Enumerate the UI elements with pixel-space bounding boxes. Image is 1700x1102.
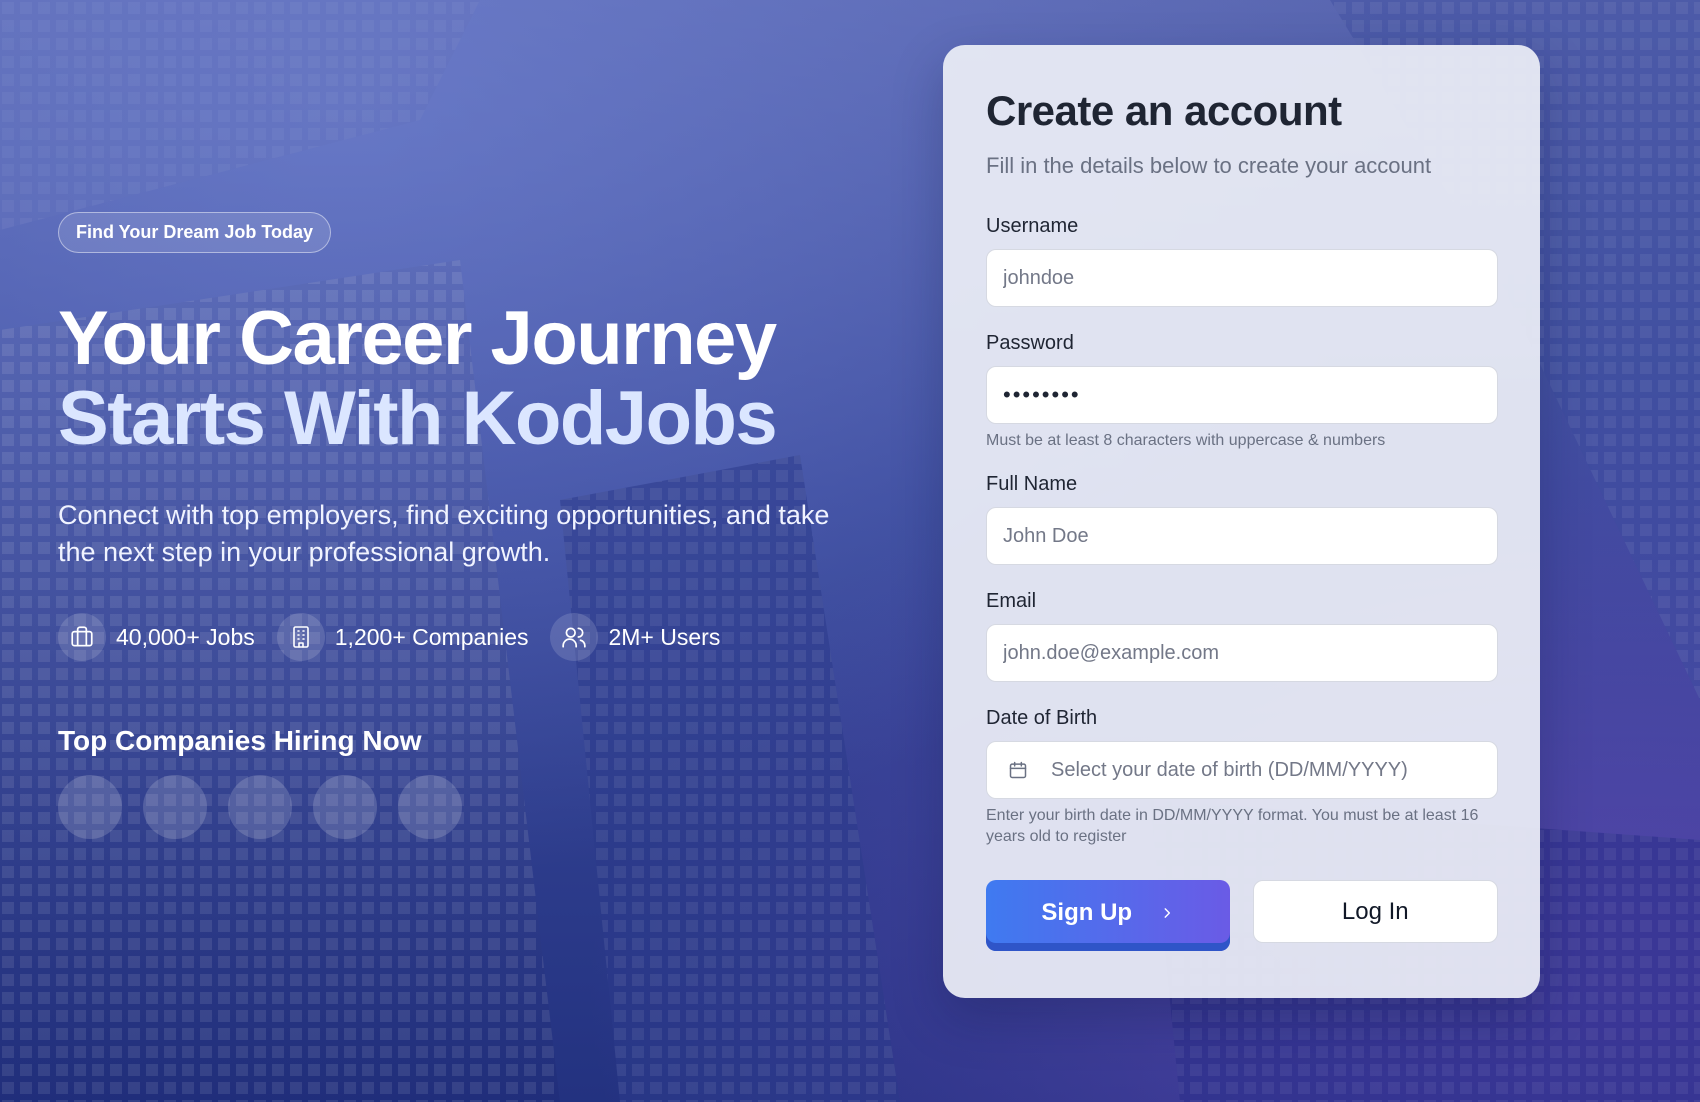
company-logo[interactable] [228,775,292,839]
company-logo[interactable] [398,775,462,839]
hero-headline: Your Career Journey Starts With KodJobs [58,299,858,459]
top-companies-title: Top Companies Hiring Now [58,725,422,756]
dob-input[interactable] [986,741,1498,799]
chevron-right-icon [1160,899,1174,927]
company-logos [58,775,858,839]
log-in-button[interactable]: Log In [1252,880,1498,943]
briefcase-icon [58,613,106,661]
signup-card: Create an account Fill in the details be… [943,45,1540,998]
dob-picker[interactable] [986,741,1498,799]
sign-up-button[interactable]: Sign Up [986,880,1230,951]
hero-badge: Find Your Dream Job Today [58,212,332,253]
stat-companies-label: 1,200+ Companies [334,623,529,650]
calendar-icon [1008,760,1028,785]
dob-label: Date of Birth [986,707,1098,729]
company-logo[interactable] [313,775,377,839]
fullname-field-group: Full Name [986,473,1498,565]
stat-companies: 1,200+ Companies [276,613,529,661]
username-input[interactable] [986,249,1498,307]
hero-subtitle: Connect with top employers, find excitin… [58,500,830,567]
fullname-label: Full Name [986,473,1078,495]
fullname-input[interactable] [986,507,1498,565]
form-subtitle: Fill in the details below to create your… [986,153,1432,178]
email-label: Email [986,590,1037,612]
stats-row: 40,000+ Jobs 1,200+ Companies 2M+ Users [58,613,858,661]
stat-jobs: 40,000+ Jobs [58,613,255,661]
form-actions: Sign Up Log In [986,880,1498,951]
hero-section: Find Your Dream Job Today Your Career Jo… [58,212,858,839]
dob-field-group: Date of Birth Enter your birth date in D… [986,707,1498,847]
stat-users: 2M+ Users [550,613,720,661]
sign-up-label: Sign Up [1041,898,1133,926]
email-field-group: Email [986,590,1498,682]
password-hint: Must be at least 8 characters with upper… [986,432,1386,449]
form-title: Create an account [986,87,1342,134]
password-label: Password [986,332,1074,354]
headline-line-2: Starts With KodJobs [58,376,778,461]
username-label: Username [986,215,1079,237]
stat-users-label: 2M+ Users [608,623,721,650]
company-logo[interactable] [143,775,207,839]
email-input[interactable] [986,624,1498,682]
stat-jobs-label: 40,000+ Jobs [116,623,255,650]
users-icon [550,613,599,661]
password-input[interactable] [986,366,1498,424]
company-logo[interactable] [58,775,122,839]
username-field-group: Username [986,215,1498,307]
building-icon [276,613,325,661]
headline-line-1: Your Career Journey [58,296,777,381]
dob-hint: Enter your birth date in DD/MM/YYYY form… [986,807,1479,845]
password-field-group: Password Must be at least 8 characters w… [986,332,1498,451]
